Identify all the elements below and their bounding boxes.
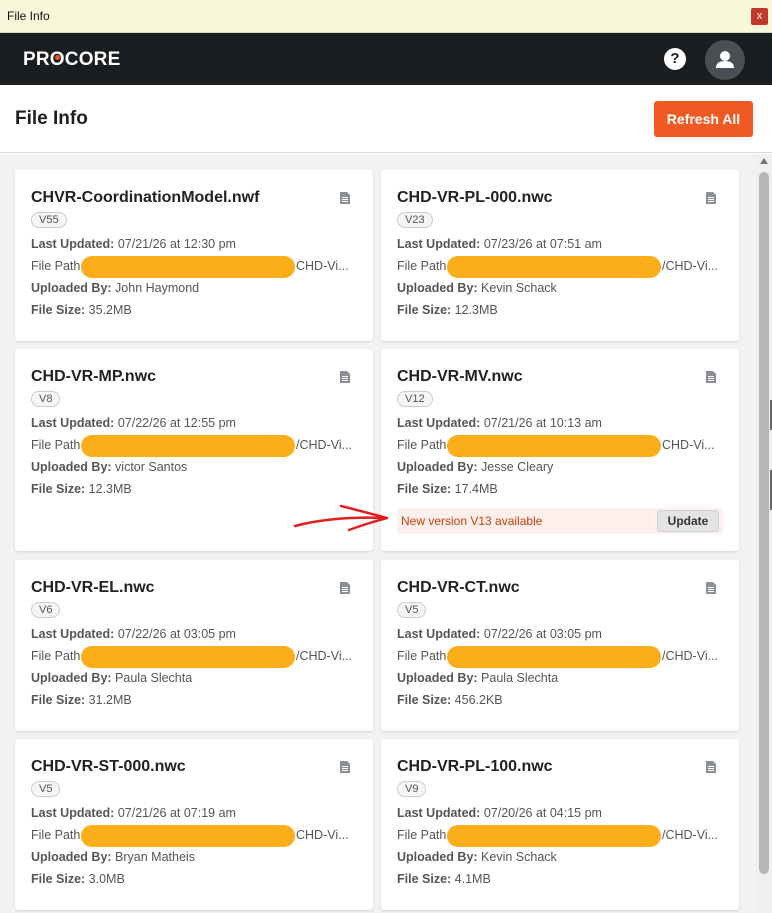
file-size: File Size: 456.2KB bbox=[397, 693, 503, 707]
version-badge: V6 bbox=[31, 602, 61, 618]
document-icon bbox=[340, 761, 350, 773]
user-icon bbox=[716, 51, 734, 68]
redaction-mark bbox=[81, 256, 295, 278]
document-icon bbox=[340, 371, 350, 383]
file-path-label: File Path bbox=[397, 438, 447, 452]
close-window-button[interactable]: x bbox=[751, 8, 768, 25]
app-header: PROCORE bbox=[0, 33, 772, 85]
refresh-all-button[interactable]: Refresh All bbox=[654, 101, 753, 137]
file-card: CHD-VR-CT.nwc V5 Last Updated: 07/22/26 … bbox=[381, 560, 739, 731]
file-card: CHD-VR-EL.nwc V6 Last Updated: 07/22/26 … bbox=[15, 560, 373, 731]
last-updated: Last Updated: 07/22/26 at 03:05 pm bbox=[397, 627, 602, 641]
file-path-value: CHD-Vi... bbox=[662, 438, 715, 452]
update-message: New version V13 available bbox=[401, 514, 543, 528]
redaction-mark bbox=[447, 435, 661, 457]
file-card: CHD-VR-MV.nwc V12 Last Updated: 07/21/26… bbox=[381, 349, 739, 551]
last-updated: Last Updated: 07/21/26 at 12:30 pm bbox=[31, 237, 236, 251]
file-size: File Size: 12.3MB bbox=[31, 482, 132, 496]
question-icon: ? bbox=[670, 50, 680, 67]
file-card: CHD-VR-PL-100.nwc V9 Last Updated: 07/20… bbox=[381, 739, 739, 910]
file-size: File Size: 35.2MB bbox=[31, 303, 132, 317]
update-notice: New version V13 available Update bbox=[397, 508, 723, 534]
file-path-label: File Path bbox=[397, 649, 447, 663]
last-updated: Last Updated: 07/20/26 at 04:15 pm bbox=[397, 806, 602, 820]
last-updated: Last Updated: 07/22/26 at 12:55 pm bbox=[31, 416, 236, 430]
file-card: CHD-VR-PL-000.nwc V23 Last Updated: 07/2… bbox=[381, 170, 739, 341]
last-updated: Last Updated: 07/21/26 at 10:13 am bbox=[397, 416, 602, 430]
file-path-value: /CHD-Vi... bbox=[662, 649, 719, 663]
uploaded-by: Uploaded By: Jesse Cleary bbox=[397, 460, 554, 474]
file-path-value: /CHD-Vi... bbox=[296, 649, 353, 663]
uploaded-by: Uploaded By: Kevin Schack bbox=[397, 850, 557, 864]
last-updated: Last Updated: 07/22/26 at 03:05 pm bbox=[31, 627, 236, 641]
scroll-up-arrow[interactable] bbox=[760, 158, 768, 164]
redaction-mark bbox=[447, 256, 661, 278]
file-path-value: CHD-Vi... bbox=[296, 828, 349, 842]
file-path-value: /CHD-Vi... bbox=[662, 259, 719, 273]
last-updated: Last Updated: 07/21/26 at 07:19 am bbox=[31, 806, 236, 820]
file-path-label: File Path bbox=[31, 259, 81, 273]
last-updated: Last Updated: 07/23/26 at 07:51 am bbox=[397, 237, 602, 251]
file-size: File Size: 3.0MB bbox=[31, 872, 125, 886]
version-badge: V8 bbox=[31, 391, 61, 407]
file-path-label: File Path bbox=[397, 259, 447, 273]
avatar[interactable] bbox=[705, 40, 745, 80]
file-path-label: File Path bbox=[397, 828, 447, 842]
window-titlebar: File Info x bbox=[0, 0, 772, 33]
file-name: CHD-VR-PL-000.nwc bbox=[397, 189, 553, 206]
file-size: File Size: 31.2MB bbox=[31, 693, 132, 707]
file-card: CHD-VR-ST-000.nwc V5 Last Updated: 07/21… bbox=[15, 739, 373, 910]
file-path-value: CHD-Vi... bbox=[296, 259, 349, 273]
file-name: CHD-VR-MV.nwc bbox=[397, 368, 523, 385]
redaction-mark bbox=[81, 825, 295, 847]
scrollbar[interactable] bbox=[756, 154, 772, 913]
redaction-mark bbox=[81, 435, 295, 457]
file-name: CHD-VR-PL-100.nwc bbox=[397, 758, 553, 775]
version-badge: V5 bbox=[397, 602, 427, 618]
file-path-value: /CHD-Vi... bbox=[662, 828, 719, 842]
redaction-mark bbox=[447, 825, 661, 847]
scroll-thumb[interactable] bbox=[759, 172, 769, 874]
document-icon bbox=[706, 761, 716, 773]
document-icon bbox=[340, 582, 350, 594]
redaction-mark bbox=[447, 646, 661, 668]
file-list: CHVR-CoordinationModel.nwf V55 Last Upda… bbox=[0, 154, 756, 913]
file-path-label: File Path bbox=[31, 649, 81, 663]
version-badge: V9 bbox=[397, 781, 427, 797]
file-path-label: File Path bbox=[31, 438, 81, 452]
document-icon bbox=[706, 582, 716, 594]
uploaded-by: Uploaded By: John Haymond bbox=[31, 281, 200, 295]
version-badge: V5 bbox=[31, 781, 61, 797]
uploaded-by: Uploaded By: Bryan Matheis bbox=[31, 850, 195, 864]
page-header: File Info Refresh All bbox=[0, 85, 772, 153]
uploaded-by: Uploaded By: Paula Slechta bbox=[31, 671, 193, 685]
document-icon bbox=[706, 192, 716, 204]
file-path-value: /CHD-Vi... bbox=[296, 438, 353, 452]
document-icon bbox=[706, 371, 716, 383]
file-path-label: File Path bbox=[31, 828, 81, 842]
file-card: CHVR-CoordinationModel.nwf V55 Last Upda… bbox=[15, 170, 373, 341]
page-title: File Info bbox=[15, 108, 88, 129]
file-name: CHD-VR-MP.nwc bbox=[31, 368, 157, 385]
file-size: File Size: 12.3MB bbox=[397, 303, 498, 317]
version-badge: V12 bbox=[397, 391, 433, 407]
file-name: CHD-VR-CT.nwc bbox=[397, 579, 520, 596]
redaction-mark bbox=[81, 646, 295, 668]
file-name: CHD-VR-ST-000.nwc bbox=[31, 758, 186, 775]
document-icon bbox=[340, 192, 350, 204]
file-size: File Size: 17.4MB bbox=[397, 482, 498, 496]
uploaded-by: Uploaded By: Paula Slechta bbox=[397, 671, 559, 685]
file-size: File Size: 4.1MB bbox=[397, 872, 491, 886]
help-button[interactable]: ? bbox=[664, 48, 686, 70]
file-name: CHD-VR-EL.nwc bbox=[31, 579, 155, 596]
annotation-arrow bbox=[293, 504, 389, 532]
version-badge: V55 bbox=[31, 212, 67, 228]
version-badge: V23 bbox=[397, 212, 433, 228]
update-button[interactable]: Update bbox=[657, 510, 719, 532]
window-title: File Info bbox=[7, 9, 50, 23]
file-name: CHVR-CoordinationModel.nwf bbox=[31, 189, 260, 206]
uploaded-by: Uploaded By: Kevin Schack bbox=[397, 281, 557, 295]
procore-logo[interactable]: PROCORE bbox=[23, 49, 120, 71]
uploaded-by: Uploaded By: victor Santos bbox=[31, 460, 188, 474]
